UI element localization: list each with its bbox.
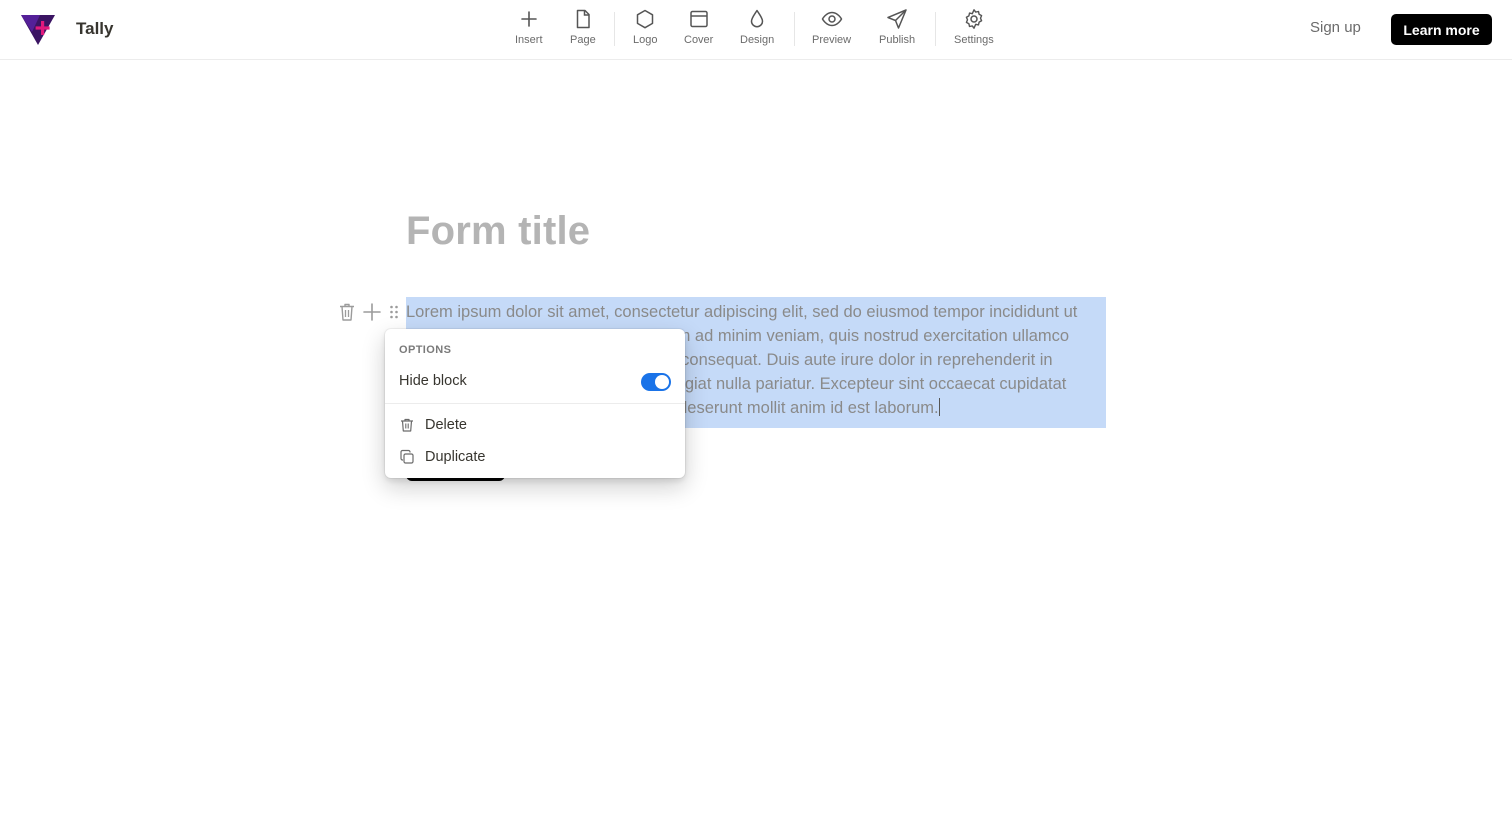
delete-block-icon[interactable] — [337, 301, 357, 323]
toolbar-divider — [935, 12, 936, 46]
menu-heading: OPTIONS — [399, 344, 452, 356]
text-caret — [938, 398, 940, 416]
publish-label: Publish — [879, 34, 916, 46]
eye-icon — [821, 11, 842, 27]
toggle-knob — [655, 375, 669, 389]
learn-more-button[interactable]: Learn more — [1391, 14, 1492, 45]
preview-label: Preview — [812, 34, 852, 46]
duplicate-option[interactable]: Duplicate — [385, 443, 685, 471]
toolbar-divider — [614, 12, 615, 46]
app-name: Tally — [76, 19, 114, 38]
insert-button[interactable]: Insert — [515, 8, 543, 52]
plus-icon — [520, 11, 537, 27]
droplet-icon — [750, 9, 764, 28]
top-bar: Tally Insert Page Logo Cover Design Prev… — [0, 0, 1512, 60]
delete-option[interactable]: Delete — [385, 411, 685, 439]
gear-icon — [965, 9, 983, 29]
cover-label: Cover — [684, 34, 714, 46]
cover-button[interactable]: Cover — [684, 8, 713, 52]
cover-icon — [689, 10, 708, 28]
hide-block-toggle[interactable] — [641, 373, 671, 391]
settings-label: Settings — [954, 34, 994, 46]
duplicate-icon — [399, 449, 415, 465]
design-label: Design — [740, 34, 775, 46]
toolbar-divider — [794, 12, 795, 46]
delete-label: Delete — [425, 417, 467, 433]
page-icon — [576, 9, 590, 29]
page-label: Page — [570, 34, 596, 46]
design-button[interactable]: Design — [740, 8, 774, 52]
brand[interactable]: Tally — [20, 12, 113, 46]
logo-label: Logo — [633, 34, 658, 46]
hide-block-label: Hide block — [399, 373, 467, 389]
settings-button[interactable]: Settings — [954, 8, 994, 52]
duplicate-label: Duplicate — [425, 449, 486, 465]
page-button[interactable]: Page — [570, 8, 596, 52]
send-icon — [887, 9, 907, 29]
form-title-input[interactable]: Form title — [406, 209, 590, 254]
tally-logo-icon — [21, 15, 55, 45]
insert-label: Insert — [515, 34, 543, 46]
preview-button[interactable]: Preview — [812, 8, 851, 52]
add-block-icon[interactable] — [361, 301, 383, 323]
sign-up-link[interactable]: Sign up — [1310, 19, 1361, 36]
hexagon-icon — [636, 9, 654, 29]
block-options-menu: OPTIONS Hide block Delete Duplicate — [385, 329, 685, 478]
menu-divider — [385, 403, 685, 404]
drag-handle-icon[interactable] — [388, 301, 400, 323]
trash-icon — [399, 417, 415, 433]
logo-button[interactable]: Logo — [633, 8, 657, 52]
hide-block-option[interactable]: Hide block — [385, 369, 685, 395]
publish-button[interactable]: Publish — [879, 8, 915, 52]
